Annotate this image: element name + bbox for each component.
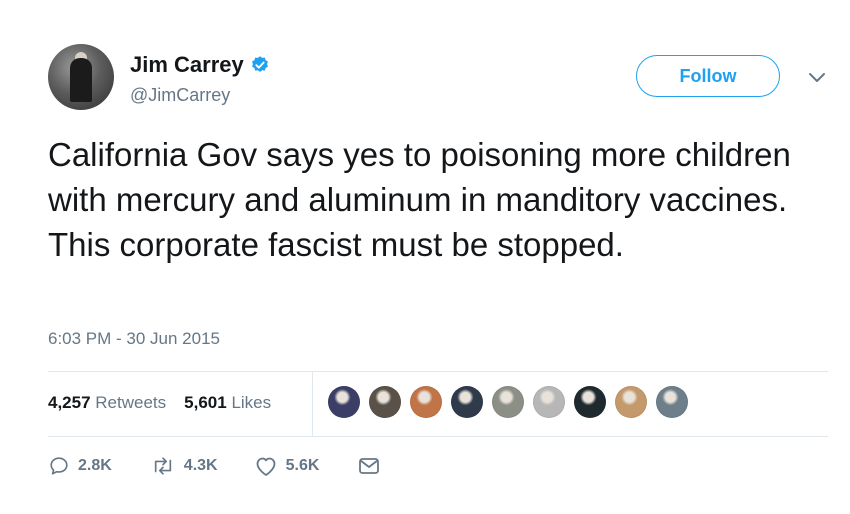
- reply-icon: [50, 457, 68, 475]
- stats-separator: [312, 372, 313, 436]
- likes-stat[interactable]: 5,601 Likes: [184, 393, 271, 413]
- liker-avatar[interactable]: [656, 386, 688, 418]
- retweets-count: 4,257: [48, 393, 91, 412]
- likes-count: 5,601: [184, 393, 227, 412]
- liker-avatars: [328, 386, 688, 418]
- reply-count: 2.8K: [78, 457, 112, 474]
- direct-message-button[interactable]: [357, 455, 381, 477]
- reply-button[interactable]: 2.8K: [48, 455, 112, 477]
- retweet-count: 4.3K: [183, 457, 218, 474]
- liker-avatar[interactable]: [615, 386, 647, 418]
- follow-button[interactable]: Follow: [636, 55, 780, 97]
- author-name-row[interactable]: Jim Carrey: [130, 52, 270, 78]
- chevron-down-icon[interactable]: [806, 66, 828, 88]
- tweet-timestamp[interactable]: 6:03 PM - 30 Jun 2015: [48, 329, 220, 349]
- heart-icon: [256, 457, 275, 476]
- liker-avatar[interactable]: [369, 386, 401, 418]
- retweets-label: Retweets: [95, 393, 167, 412]
- tweet-stats: 4,257 Retweets 5,601 Likes: [48, 393, 271, 413]
- liker-avatar[interactable]: [451, 386, 483, 418]
- dm-icon: [359, 458, 380, 474]
- liker-avatar[interactable]: [410, 386, 442, 418]
- divider-top: [48, 371, 828, 372]
- retweet-button[interactable]: 4.3K: [150, 455, 218, 477]
- like-button[interactable]: 5.6K: [254, 455, 320, 477]
- author-handle[interactable]: @JimCarrey: [130, 85, 230, 106]
- author-avatar[interactable]: [48, 44, 114, 110]
- tweet-actions: 2.8K 4.3K 5.6K: [48, 455, 381, 477]
- retweet-icon: [154, 457, 171, 475]
- liker-avatar[interactable]: [533, 386, 565, 418]
- liker-avatar[interactable]: [492, 386, 524, 418]
- like-count: 5.6K: [285, 457, 320, 474]
- author-name[interactable]: Jim Carrey: [130, 52, 244, 78]
- retweets-stat[interactable]: 4,257 Retweets: [48, 393, 166, 413]
- liker-avatar[interactable]: [574, 386, 606, 418]
- liker-avatar[interactable]: [328, 386, 360, 418]
- tweet-text: California Gov says yes to poisoning mor…: [48, 136, 791, 263]
- divider-bottom: [48, 436, 828, 437]
- avatar-figure: [70, 58, 92, 102]
- verified-badge-icon: [251, 56, 268, 72]
- likes-label: Likes: [231, 393, 272, 412]
